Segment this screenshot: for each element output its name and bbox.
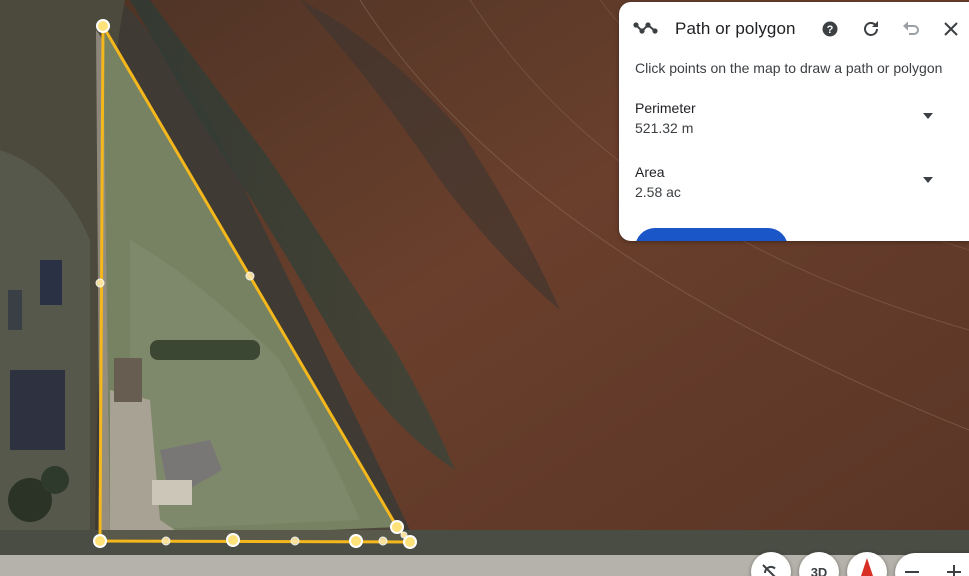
close-button[interactable] [938,16,964,42]
polygon-vertex[interactable] [390,520,404,534]
area-value: 2.58 ac [635,184,681,200]
instructions-text: Click points on the map to draw a path o… [635,60,943,76]
3d-label: 3D [810,565,828,576]
zoom-in-icon[interactable] [953,565,955,576]
polygon-midpoint[interactable] [290,536,300,546]
neighbor-tree [41,466,69,494]
help-button[interactable]: ? [817,16,843,42]
measure-panel: Path or polygon ? Click points on the ma… [619,2,969,241]
compass-icon [861,558,873,576]
polygon-vertex[interactable] [96,19,110,33]
perimeter-value: 521.32 m [635,120,694,136]
polygon-vertex[interactable] [226,533,240,547]
area-row[interactable]: Area 2.58 ac [635,163,945,211]
perimeter-row[interactable]: Perimeter 521.32 m [635,99,945,147]
save-button[interactable] [635,228,788,241]
neighbor-house [10,370,65,450]
rotate-icon [762,564,776,576]
polygon-vertex[interactable] [349,534,363,548]
dropdown-arrow-icon[interactable] [921,173,935,187]
undo-icon [903,21,919,35]
help-icon: ? [822,21,838,37]
polygon-midpoint[interactable] [378,536,388,546]
panel-header: Path or polygon ? [619,2,969,56]
neighbor-shed [40,260,62,305]
refresh-icon [864,21,878,36]
polygon-midpoint[interactable] [400,531,408,539]
perimeter-label: Perimeter [635,100,696,116]
path-icon [633,22,658,34]
svg-text:?: ? [827,24,834,36]
refresh-button[interactable] [858,16,884,42]
close-icon [944,22,958,36]
polygon-vertex[interactable] [93,534,107,548]
panel-title: Path or polygon [675,19,796,38]
polygon-midpoint[interactable] [95,278,105,288]
dropdown-arrow-icon[interactable] [921,109,935,123]
polygon-midpoint[interactable] [245,271,255,281]
polygon-midpoint[interactable] [161,536,171,546]
zoom-out-icon[interactable] [905,571,919,573]
area-label: Area [635,164,665,180]
zoom-controls [895,553,969,576]
undo-button[interactable] [898,16,924,42]
neighbor-shed [8,290,22,330]
